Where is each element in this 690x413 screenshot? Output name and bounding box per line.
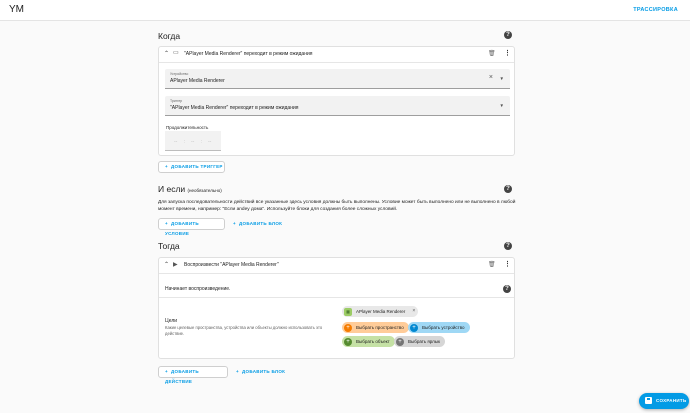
chevron-up-icon[interactable]: ⌃ xyxy=(164,261,169,268)
save-label: СОХРАНИТЬ xyxy=(656,398,687,403)
add-trigger-label: ДОБАВИТЬ ТРИГГЕР xyxy=(171,164,223,169)
trigger-label: Триггер xyxy=(170,99,183,103)
trigger-value: "APlayer Media Renderer" переходит в реж… xyxy=(170,105,299,111)
add-block-label: ДОБАВИТЬ БЛОК xyxy=(239,221,283,226)
select-device-chip[interactable]: + Выбрать устройство xyxy=(408,322,470,333)
conditions-help-icon[interactable]: ? xyxy=(504,185,512,193)
more-vert-icon[interactable]: ⋮ xyxy=(504,260,511,268)
trigger-card: ⌃ ▭ "APlayer Media Renderer" переходит в… xyxy=(158,46,515,156)
divider xyxy=(159,62,514,63)
trash-icon[interactable]: 🗑 xyxy=(488,261,496,268)
trigger-select[interactable]: Триггер "APlayer Media Renderer" переход… xyxy=(165,96,510,116)
action-header-text: Воспроизвести "APlayer Media Renderer" xyxy=(184,262,279,268)
select-device-label: Выбрать устройство xyxy=(422,325,465,330)
plus-icon: + xyxy=(165,369,168,374)
conditions-optional: (необязательно) xyxy=(187,188,222,193)
plus-icon: + xyxy=(165,221,168,226)
select-label-label: Выбрать ярлык xyxy=(408,339,440,344)
save-icon xyxy=(645,397,652,404)
dropdown-arrow-icon[interactable]: ▼ xyxy=(500,76,504,81)
clear-icon[interactable]: × xyxy=(489,74,493,81)
select-entity-label: Выбрать объект xyxy=(356,339,390,344)
add-condition-block-button[interactable]: + ДОБАВИТЬ БЛОК xyxy=(233,221,282,226)
entity-chip-label: APlayer Media Renderer xyxy=(356,309,406,314)
trigger-card-header[interactable]: ⌃ ▭ "APlayer Media Renderer" переходит в… xyxy=(159,47,514,62)
action-card: ⌃ ▶ Воспроизвести "APlayer Media Rendere… xyxy=(158,257,515,359)
play-icon: ▶ xyxy=(173,262,178,268)
plus-icon: + xyxy=(396,337,404,346)
add-action-button[interactable]: + ДОБАВИТЬ ДЕЙСТВИЕ xyxy=(158,366,228,384)
chevron-up-icon[interactable]: ⌃ xyxy=(164,50,169,57)
conditions-title: И если xyxy=(158,184,186,194)
duration-label: Продолжительность xyxy=(166,125,209,130)
then-section-title: Тогда xyxy=(158,241,180,251)
add-block-label: ДОБАВИТЬ БЛОК xyxy=(242,369,286,374)
when-help-icon[interactable]: ? xyxy=(504,31,512,39)
duration-sep: : xyxy=(201,139,203,145)
action-help-icon[interactable]: ? xyxy=(503,285,511,293)
duration-sep: : xyxy=(184,139,186,145)
entity-chip[interactable]: ▦ APlayer Media Renderer × xyxy=(342,306,419,317)
add-action-label: ДОБАВИТЬ ДЕЙСТВИЕ xyxy=(165,369,199,384)
device-value: APlayer Media Renderer xyxy=(170,78,225,84)
page-title: YM xyxy=(9,4,24,15)
dropdown-arrow-icon[interactable]: ▼ xyxy=(500,103,504,108)
add-trigger-button[interactable]: + ДОБАВИТЬ ТРИГГЕР xyxy=(158,161,225,173)
action-card-header[interactable]: ⌃ ▶ Воспроизвести "APlayer Media Rendere… xyxy=(159,258,514,273)
add-condition-label: ДОБАВИТЬ УСЛОВИЕ xyxy=(165,221,199,236)
media-player-icon: ▭ xyxy=(173,50,179,56)
select-label-chip[interactable]: + Выбрать ярлык xyxy=(394,336,445,347)
plus-icon: + xyxy=(233,221,236,226)
trigger-header-text: "APlayer Media Renderer" переходит в реж… xyxy=(184,51,313,57)
top-bar: YM ТРАССИРОВКА xyxy=(0,0,690,21)
trace-button[interactable]: ТРАССИРОВКА xyxy=(633,7,678,13)
targets-title: Цели xyxy=(165,318,178,324)
when-section-title: Когда xyxy=(158,31,181,41)
duration-hours: -- xyxy=(174,139,178,145)
plus-icon: + xyxy=(344,337,352,346)
conditions-description: Для запуска последовательности действий … xyxy=(158,200,516,212)
more-vert-icon[interactable]: ⋮ xyxy=(504,49,511,57)
media-player-icon: ▦ xyxy=(344,307,352,316)
targets-help: Какие целевые пространства, устройства и… xyxy=(165,325,323,336)
divider xyxy=(159,273,514,274)
divider xyxy=(159,297,514,298)
plus-icon: + xyxy=(236,369,239,374)
device-label: Устройство xyxy=(170,72,189,76)
conditions-section-title: И если (необязательно) xyxy=(158,184,222,194)
add-condition-button[interactable]: + ДОБАВИТЬ УСЛОВИЕ xyxy=(158,218,225,236)
plus-icon: + xyxy=(410,323,418,332)
action-description: Начинает воспроизведение. xyxy=(165,286,231,292)
trash-icon[interactable]: 🗑 xyxy=(488,50,496,57)
duration-minutes: -- xyxy=(191,139,195,145)
plus-icon: + xyxy=(165,164,168,169)
duration-seconds: -- xyxy=(208,139,212,145)
device-select[interactable]: Устройство APlayer Media Renderer × ▼ xyxy=(165,69,510,89)
plus-icon: + xyxy=(344,323,352,332)
select-entity-chip[interactable]: + Выбрать объект xyxy=(342,336,395,347)
save-button[interactable]: СОХРАНИТЬ xyxy=(639,393,689,409)
add-action-block-button[interactable]: + ДОБАВИТЬ БЛОК xyxy=(236,369,285,374)
select-area-label: Выбрать пространство xyxy=(356,325,404,330)
duration-input[interactable]: -- : -- : -- xyxy=(165,131,221,151)
remove-chip-icon[interactable]: × xyxy=(412,306,415,317)
then-help-icon[interactable]: ? xyxy=(504,242,512,250)
select-area-chip[interactable]: + Выбрать пространство xyxy=(342,322,409,333)
